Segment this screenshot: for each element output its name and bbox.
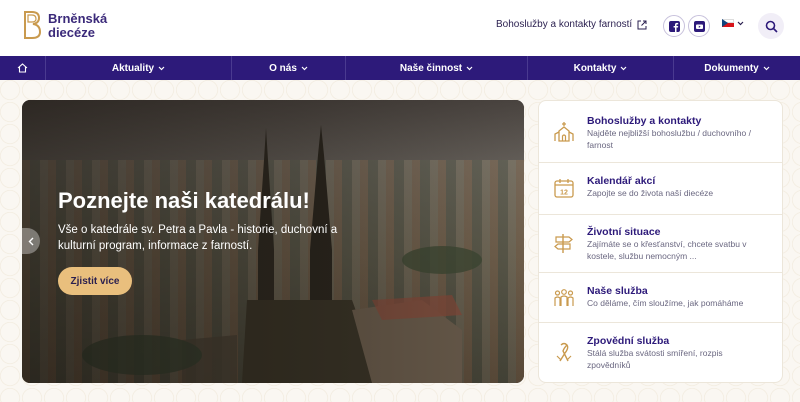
nav-item-label: O nás xyxy=(269,62,297,74)
nav-item-dokumenty[interactable]: Dokumenty xyxy=(674,56,800,80)
svg-text:12: 12 xyxy=(560,190,568,197)
ribbon-icon xyxy=(556,342,572,362)
hero-cta-button[interactable]: Zjistit více xyxy=(58,267,132,295)
cz-flag-icon xyxy=(722,19,734,27)
signpost-icon xyxy=(554,234,573,253)
chevron-down-icon xyxy=(620,66,627,70)
card-title: Bohoslužby a kontakty xyxy=(587,115,702,127)
card-zivotni-situace[interactable]: Životní situace Zajímáte se o křesťanstv… xyxy=(539,215,782,273)
chevron-left-icon xyxy=(28,237,34,245)
card-zpovedni-sluzba[interactable]: Zpovědní služba Stálá služba svátosti sm… xyxy=(539,323,782,382)
services-contacts-link[interactable]: Bohoslužby a kontakty farností xyxy=(496,19,647,30)
brand-line-1: Brněnská xyxy=(48,11,108,26)
card-title: Zpovědní služba xyxy=(587,335,670,347)
chevron-down-icon xyxy=(466,66,473,70)
hero-title: Poznejte naši katedrálu! xyxy=(58,188,310,213)
chevron-down-icon xyxy=(763,66,770,70)
card-description: Zapojte se do života naší diecéze xyxy=(587,188,714,198)
card-nase-sluzba[interactable]: Naše služba Co děláme, čím sloužíme, jak… xyxy=(539,273,782,323)
hero-banner[interactable]: Poznejte naši katedrálu! Vše o katedrále… xyxy=(22,100,524,383)
card-title: Kalendář akcí xyxy=(587,175,656,187)
youtube-button[interactable] xyxy=(688,15,710,37)
youtube-icon xyxy=(693,20,705,32)
card-title: Naše služba xyxy=(587,285,648,297)
language-selector[interactable] xyxy=(722,19,744,27)
calendar-icon: 12 xyxy=(554,179,574,198)
search-button[interactable] xyxy=(758,13,784,39)
chevron-down-icon xyxy=(737,21,744,25)
nav-item-o-nas[interactable]: O nás xyxy=(232,56,346,80)
search-icon xyxy=(765,20,778,33)
nav-item-nase-cinnost[interactable]: Naše činnost xyxy=(346,56,528,80)
card-bohosluzby[interactable]: Bohoslužby a kontakty Najděte nejbližší … xyxy=(539,101,782,163)
external-link-icon xyxy=(637,20,647,29)
main-navigation: Aktuality O nás Naše činnost Kontakty Do… xyxy=(0,56,800,80)
card-description: Najděte nejbližší bohoslužbu / duchovníh… xyxy=(587,128,751,150)
card-description: Zajímáte se o křesťanství, chcete svatbu… xyxy=(587,239,747,261)
people-icon xyxy=(554,289,574,306)
brand-line-2: diecéze xyxy=(48,25,95,40)
quick-links-panel: Bohoslužby a kontakty Najděte nejbližší … xyxy=(538,100,783,383)
card-kalendar[interactable]: 12 Kalendář akcí Zapojte se do života na… xyxy=(539,163,782,215)
nav-item-label: Aktuality xyxy=(111,62,155,74)
hero-text: Vše o katedrále sv. Petra a Pavla - hist… xyxy=(58,224,338,252)
facebook-icon xyxy=(668,20,680,32)
card-description: Stálá služba svátosti smíření, rozpis zp… xyxy=(587,348,723,370)
card-description: Co děláme, čím sloužíme, jak pomáháme xyxy=(587,298,744,308)
home-icon xyxy=(17,63,28,73)
chevron-down-icon xyxy=(158,66,165,70)
card-title: Životní situace xyxy=(587,226,661,238)
nav-item-label: Kontakty xyxy=(573,62,617,74)
diocese-logo-icon[interactable] xyxy=(22,10,42,40)
nav-item-label: Naše činnost xyxy=(399,62,463,74)
church-icon xyxy=(554,122,574,142)
services-contacts-link-label: Bohoslužby a kontakty farností xyxy=(496,19,633,30)
chevron-down-icon xyxy=(301,66,308,70)
nav-item-kontakty[interactable]: Kontakty xyxy=(528,56,674,80)
facebook-button[interactable] xyxy=(663,15,685,37)
site-header: Brněnská diecéze Bohoslužby a kontakty f… xyxy=(0,0,800,56)
nav-item-aktuality[interactable]: Aktuality xyxy=(46,56,232,80)
nav-item-label: Dokumenty xyxy=(704,62,759,74)
nav-home[interactable] xyxy=(0,56,46,80)
brand-name[interactable]: Brněnská diecéze xyxy=(48,12,107,40)
